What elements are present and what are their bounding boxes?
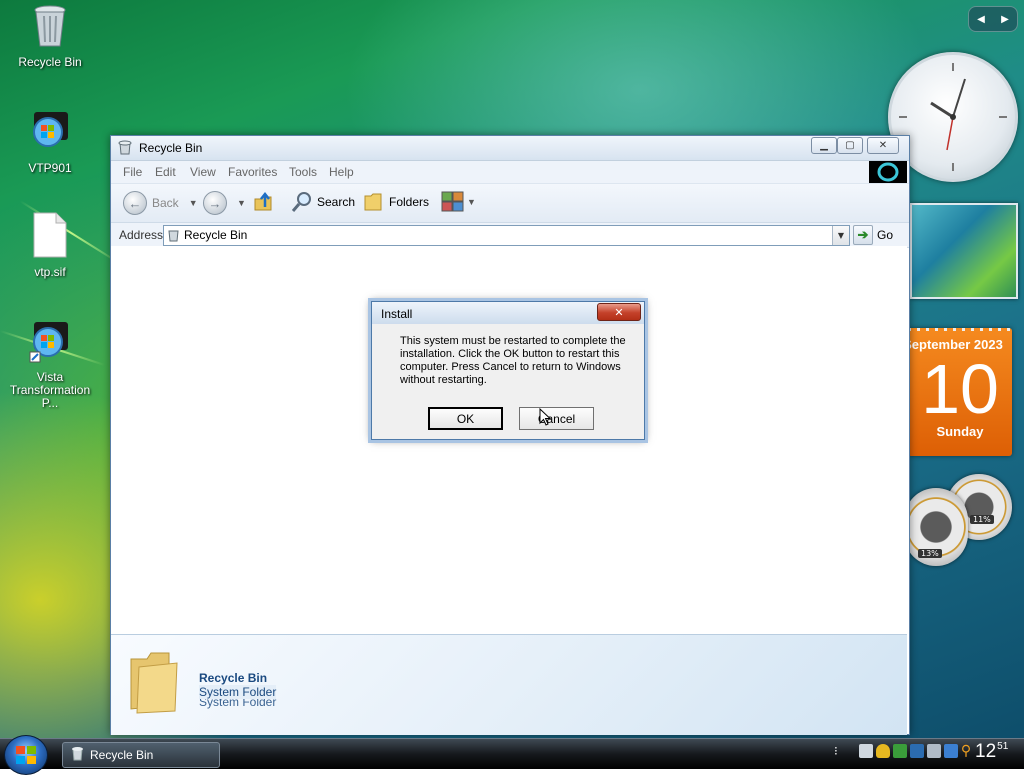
dialog-message: This system must be restarted to complet… bbox=[400, 335, 626, 386]
windows-setup-icon bbox=[0, 320, 100, 367]
chevron-down-icon[interactable]: ▼ bbox=[189, 198, 198, 208]
desktop-icon-recycle-bin[interactable]: Recycle Bin bbox=[0, 4, 100, 69]
close-icon: ✕ bbox=[614, 305, 624, 319]
folders-button[interactable]: Folders bbox=[363, 191, 429, 213]
recycle-bin-icon bbox=[71, 746, 84, 764]
desktop-icon-label: Vista Transformation P... bbox=[9, 370, 91, 410]
views-icon bbox=[441, 191, 464, 212]
desktop-icon-vtp901[interactable]: VTP901 bbox=[0, 110, 100, 175]
taskbar-clock[interactable]: 1251 bbox=[975, 741, 1008, 763]
desktop-icon-label: vtp.sif bbox=[34, 265, 66, 279]
desktop-icon-label: VTP901 bbox=[28, 161, 72, 175]
memory-meter-value: 11% bbox=[970, 515, 994, 524]
address-field[interactable]: Recycle Bin ▼ bbox=[163, 225, 850, 246]
search-button[interactable]: Search bbox=[291, 191, 355, 213]
close-button[interactable]: ✕ bbox=[867, 137, 899, 154]
previous-page-icon[interactable]: ◀ bbox=[977, 14, 985, 25]
go-arrow-icon: ➔ bbox=[853, 225, 873, 245]
recycle-bin-icon bbox=[118, 140, 132, 155]
window-titlebar[interactable]: Recycle Bin ▁ ▢ ✕ bbox=[111, 136, 909, 161]
address-label: Address bbox=[119, 228, 164, 242]
monitor-icon[interactable] bbox=[926, 744, 941, 758]
up-folder-icon bbox=[254, 191, 272, 211]
calendar-rings bbox=[908, 328, 1012, 331]
go-button[interactable]: ➔ Go bbox=[853, 225, 893, 245]
security-shield-icon[interactable] bbox=[875, 744, 890, 758]
search-label: Search bbox=[317, 195, 356, 209]
windows-logo-icon bbox=[16, 746, 36, 764]
search-icon bbox=[291, 192, 311, 212]
menu-tools[interactable]: Tools bbox=[289, 165, 317, 179]
recycle-bin-icon bbox=[167, 228, 180, 245]
details-pane: System Folder Recycle Bin System Folder bbox=[111, 634, 907, 735]
up-folder-button[interactable] bbox=[253, 191, 275, 213]
address-value: Recycle Bin bbox=[184, 228, 248, 242]
search-icon[interactable]: ⚲ bbox=[961, 744, 975, 758]
minimize-button[interactable]: ▁ bbox=[811, 137, 837, 154]
taskbar-button-label: Recycle Bin bbox=[90, 748, 154, 762]
network-icon[interactable] bbox=[858, 744, 873, 758]
minimize-icon: ▁ bbox=[820, 140, 828, 151]
details-type: System Folder bbox=[199, 685, 277, 699]
ok-button[interactable]: OK bbox=[428, 407, 503, 430]
clock-minute: 51 bbox=[997, 741, 1009, 752]
close-icon: ✕ bbox=[878, 140, 888, 151]
folder-icon bbox=[125, 649, 183, 718]
slideshow-gadget[interactable] bbox=[910, 203, 1018, 299]
desktop-icon-label: Recycle Bin bbox=[18, 55, 82, 69]
throbber-icon bbox=[877, 162, 899, 182]
mouse-cursor-icon bbox=[539, 407, 552, 429]
menu-edit[interactable]: Edit bbox=[155, 165, 176, 179]
volume-icon[interactable] bbox=[892, 744, 907, 758]
toolbar: ← Back ▼ → ▼ Search Folders ▼ bbox=[111, 184, 909, 223]
next-page-icon[interactable]: ▶ bbox=[1001, 14, 1009, 25]
forward-button[interactable]: → ▼ bbox=[203, 191, 246, 215]
clock-hour: 12 bbox=[975, 741, 997, 762]
calendar-day: 10 bbox=[921, 350, 999, 428]
back-arrow-icon: ← bbox=[123, 191, 147, 215]
text-file-icon bbox=[0, 212, 100, 261]
menu-view[interactable]: View bbox=[190, 165, 216, 179]
chevron-down-icon[interactable]: ▼ bbox=[237, 198, 246, 208]
dialog-close-button[interactable]: ✕ bbox=[597, 303, 641, 321]
menu-favorites[interactable]: Favorites bbox=[228, 165, 277, 179]
details-name: Recycle Bin bbox=[199, 671, 268, 685]
chevron-down-icon: ▼ bbox=[467, 197, 476, 207]
folder-icon bbox=[364, 193, 382, 211]
menu-help[interactable]: Help bbox=[329, 165, 354, 179]
maximize-icon: ▢ bbox=[845, 140, 855, 151]
desktop-icon-vtp-sif[interactable]: vtp.sif bbox=[0, 212, 100, 279]
sidebar-tray-icon[interactable] bbox=[943, 744, 958, 758]
cpu-meter-value: 13% bbox=[918, 549, 942, 558]
address-dropdown-chevron-icon[interactable]: ▼ bbox=[832, 226, 849, 245]
back-label: Back bbox=[152, 196, 179, 210]
system-tray: ⁝ ⚲ bbox=[834, 744, 975, 758]
taskbar: Recycle Bin ⁝ ⚲ 1251 bbox=[0, 735, 1024, 775]
menu-bar: File Edit View Favorites Tools Help bbox=[111, 161, 909, 184]
start-button[interactable] bbox=[4, 735, 48, 775]
install-dialog: Install ✕ This system must be restarted … bbox=[371, 301, 645, 440]
views-button[interactable]: ▼ bbox=[441, 191, 476, 213]
calendar-gadget[interactable]: September 2023 10 Sunday bbox=[908, 328, 1012, 456]
sidebar-navigation[interactable]: ◀ ▶ bbox=[968, 6, 1018, 32]
folders-label: Folders bbox=[389, 195, 430, 209]
display-icon[interactable] bbox=[909, 744, 924, 758]
forward-arrow-icon: → bbox=[203, 191, 227, 215]
taskbar-button-recycle-bin[interactable]: Recycle Bin bbox=[62, 742, 220, 768]
dialog-titlebar[interactable]: Install ✕ bbox=[372, 302, 644, 324]
menu-file[interactable]: File bbox=[123, 165, 142, 179]
window-title: Recycle Bin bbox=[139, 141, 203, 155]
maximize-button[interactable]: ▢ bbox=[837, 137, 863, 154]
address-bar: Address Recycle Bin ▼ ➔ Go bbox=[111, 223, 909, 248]
windows-setup-icon bbox=[0, 110, 100, 157]
recycle-bin-icon bbox=[0, 4, 100, 51]
back-button[interactable]: ← Back ▼ bbox=[123, 191, 198, 215]
dialog-title: Install bbox=[381, 307, 413, 321]
go-label: Go bbox=[877, 228, 894, 242]
keyboard-icon[interactable]: ⁝ bbox=[834, 744, 838, 758]
desktop-icon-vista-transformation[interactable]: Vista Transformation P... bbox=[0, 320, 100, 410]
windows-logo-throbber bbox=[869, 161, 907, 183]
cancel-button[interactable]: Cancel bbox=[519, 407, 594, 430]
